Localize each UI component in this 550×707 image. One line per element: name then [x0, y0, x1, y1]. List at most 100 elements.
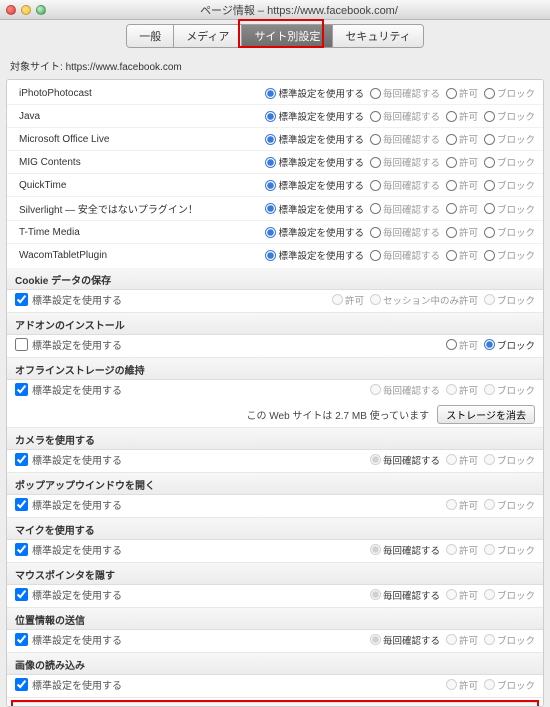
plugin-opt-default[interactable] — [265, 180, 276, 191]
pointer-ask[interactable] — [370, 589, 381, 600]
camera-header: カメラを使用する — [7, 428, 543, 450]
plugin-opt-block[interactable] — [484, 180, 495, 191]
tab-security[interactable]: セキュリティ — [333, 25, 422, 47]
addon-allow[interactable] — [446, 339, 457, 350]
location-allow[interactable] — [446, 634, 457, 645]
titlebar: ページ情報 – https://www.facebook.com/ — [0, 0, 550, 20]
section-camera: カメラを使用する 標準設定を使用する 毎回確認する 許可 ブロック — [7, 428, 543, 473]
plugin-name: Silverlight — 安全ではないプラグイン！ — [15, 201, 261, 216]
popup-block[interactable] — [484, 499, 495, 510]
clear-storage-button[interactable]: ストレージを消去 — [437, 405, 535, 424]
plugin-opt-ask[interactable] — [370, 157, 381, 168]
section-addon: アドオンのインストール 標準設定を使用する 許可 ブロック — [7, 313, 543, 358]
permissions-content[interactable]: iPhotoPhotocast標準設定を使用する毎回確認する許可ブロックJava… — [6, 79, 544, 707]
cookie-allow[interactable] — [332, 294, 343, 305]
location-block[interactable] — [484, 634, 495, 645]
tab-media[interactable]: メディア — [174, 25, 242, 47]
plugin-row: T-Time Media標準設定を使用する毎回確認する許可ブロック — [7, 221, 543, 244]
plugin-opt-default[interactable] — [265, 157, 276, 168]
plugin-opt-ask[interactable] — [370, 111, 381, 122]
plugin-opt-allow[interactable] — [446, 111, 457, 122]
plugin-row: WacomTabletPlugin標準設定を使用する毎回確認する許可ブロック — [7, 244, 543, 266]
notify-highlight: 通知を受信する 標準設定を使用する 毎回確認する 許可 ブロック — [11, 700, 539, 707]
images-block[interactable] — [484, 679, 495, 690]
pointer-default-checkbox[interactable] — [15, 588, 28, 601]
plugin-opt-allow[interactable] — [446, 88, 457, 99]
cookie-default-checkbox[interactable] — [15, 293, 28, 306]
images-default-checkbox[interactable] — [15, 678, 28, 691]
camera-default-checkbox[interactable] — [15, 453, 28, 466]
section-images: 画像の読み込み 標準設定を使用する 許可 ブロック — [7, 653, 543, 698]
cookie-session[interactable] — [370, 294, 381, 305]
offline-block[interactable] — [484, 384, 495, 395]
pointer-header: マウスポインタを隠す — [7, 563, 543, 585]
mic-header: マイクを使用する — [7, 518, 543, 540]
images-header: 画像の読み込み — [7, 653, 543, 675]
plugin-opt-default[interactable] — [265, 134, 276, 145]
plugin-opt-default[interactable] — [265, 250, 276, 261]
mic-allow[interactable] — [446, 544, 457, 555]
plugin-opt-ask[interactable] — [370, 180, 381, 191]
minimize-icon[interactable] — [21, 5, 31, 15]
offline-default-label: 標準設定を使用する — [32, 382, 122, 397]
plugin-opt-block[interactable] — [484, 227, 495, 238]
camera-ask[interactable] — [370, 454, 381, 465]
plugin-opt-ask[interactable] — [370, 88, 381, 99]
plugin-opt-allow[interactable] — [446, 180, 457, 191]
plugin-opt-default[interactable] — [265, 227, 276, 238]
plugin-opt-allow[interactable] — [446, 157, 457, 168]
location-default-label: 標準設定を使用する — [32, 632, 122, 647]
plugin-opt-allow[interactable] — [446, 134, 457, 145]
popup-default-checkbox[interactable] — [15, 498, 28, 511]
target-url: https://www.facebook.com — [66, 62, 182, 73]
mic-default-checkbox[interactable] — [15, 543, 28, 556]
location-ask[interactable] — [370, 634, 381, 645]
camera-allow[interactable] — [446, 454, 457, 465]
plugin-opt-block[interactable] — [484, 88, 495, 99]
cookie-block[interactable] — [484, 294, 495, 305]
plugin-opt-block[interactable] — [484, 111, 495, 122]
addon-default-checkbox[interactable] — [15, 338, 28, 351]
plugin-opt-allow[interactable] — [446, 227, 457, 238]
offline-allow[interactable] — [446, 384, 457, 395]
cookie-default-label: 標準設定を使用する — [32, 292, 122, 307]
camera-block[interactable] — [484, 454, 495, 465]
plugin-opt-block[interactable] — [484, 250, 495, 261]
images-allow[interactable] — [446, 679, 457, 690]
plugin-opt-ask[interactable] — [370, 250, 381, 261]
tab-general[interactable]: 一般 — [127, 25, 174, 47]
storage-info-row: この Web サイトは 2.7 MB 使っています ストレージを消去 — [7, 402, 543, 427]
window-controls — [6, 5, 46, 15]
addon-header: アドオンのインストール — [7, 313, 543, 335]
plugin-opt-ask[interactable] — [370, 134, 381, 145]
pointer-block[interactable] — [484, 589, 495, 600]
plugin-opt-block[interactable] — [484, 157, 495, 168]
section-mic: マイクを使用する 標準設定を使用する 毎回確認する 許可 ブロック — [7, 518, 543, 563]
offline-default-checkbox[interactable] — [15, 383, 28, 396]
plugin-opt-block[interactable] — [484, 203, 495, 214]
plugin-opt-ask[interactable] — [370, 227, 381, 238]
offline-ask[interactable] — [370, 384, 381, 395]
popup-allow[interactable] — [446, 499, 457, 510]
page-info-window: ページ情報 – https://www.facebook.com/ 一般 メディ… — [0, 0, 550, 696]
mic-ask[interactable] — [370, 544, 381, 555]
zoom-icon[interactable] — [36, 5, 46, 15]
plugin-row: MIG Contents標準設定を使用する毎回確認する許可ブロック — [7, 151, 543, 174]
plugin-opt-default[interactable] — [265, 203, 276, 214]
mic-default-label: 標準設定を使用する — [32, 542, 122, 557]
plugin-opt-allow[interactable] — [446, 250, 457, 261]
plugin-opt-block[interactable] — [484, 134, 495, 145]
tab-permissions[interactable]: サイト別設定 — [242, 25, 333, 47]
plugin-name: MIG Contents — [15, 157, 261, 168]
plugin-opt-ask[interactable] — [370, 203, 381, 214]
plugin-opt-default[interactable] — [265, 111, 276, 122]
plugin-opt-allow[interactable] — [446, 203, 457, 214]
close-icon[interactable] — [6, 5, 16, 15]
plugin-name: WacomTabletPlugin — [15, 250, 261, 261]
pointer-allow[interactable] — [446, 589, 457, 600]
mic-block[interactable] — [484, 544, 495, 555]
plugin-name: QuickTime — [15, 180, 261, 191]
addon-block[interactable] — [484, 339, 495, 350]
plugin-opt-default[interactable] — [265, 88, 276, 99]
location-default-checkbox[interactable] — [15, 633, 28, 646]
